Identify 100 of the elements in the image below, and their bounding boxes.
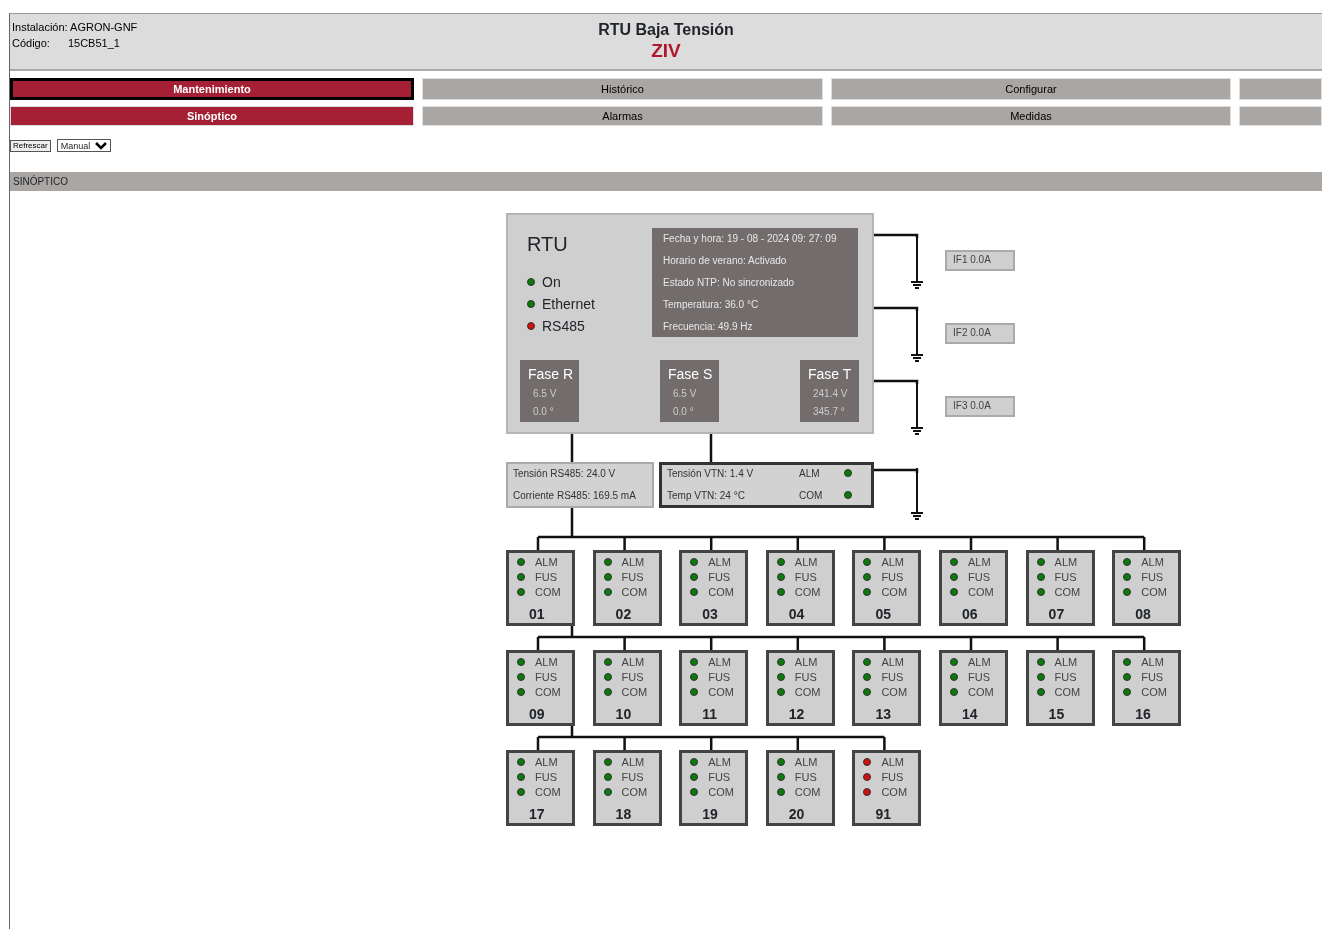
led-label: COM xyxy=(535,586,561,598)
led-label: COM xyxy=(1054,686,1081,698)
led-label: FUS xyxy=(881,571,904,583)
led-label: ALM xyxy=(1054,556,1078,568)
led-label: FUS xyxy=(1141,571,1164,583)
info-text: Estado NTP: No sincronizado xyxy=(663,276,795,290)
module-number: 19 xyxy=(702,805,718,824)
ground-icon xyxy=(910,309,924,362)
menu-tab[interactable]: Configurar xyxy=(831,78,1231,100)
section-header: SINÓPTICO xyxy=(10,172,1322,191)
led-label: FUS xyxy=(535,771,557,783)
info-text: Temperatura: 36.0 °C xyxy=(663,298,759,312)
connector-line xyxy=(570,433,574,462)
led-label: COM xyxy=(621,586,648,598)
phase-name: Fase S xyxy=(668,365,713,384)
led-label: ALM xyxy=(1054,656,1078,668)
led-label: COM xyxy=(1141,686,1167,698)
info-text: Horario de verano: Activado xyxy=(663,254,787,268)
led-label: ALM xyxy=(794,556,818,568)
led-label: ALM xyxy=(881,556,904,568)
led-label: COM xyxy=(794,686,821,698)
module-number: 09 xyxy=(529,705,545,724)
code-value: 15CB51_1 xyxy=(67,37,120,49)
led-label: ALM xyxy=(621,556,645,568)
led-label: ALM xyxy=(708,756,731,768)
led-label: FUS xyxy=(535,571,557,583)
module-number: 07 xyxy=(1048,605,1065,624)
led-label: FUS xyxy=(621,671,644,683)
rs485-reading: Corriente RS485: 169.5 mA xyxy=(513,489,636,503)
brand-name: ZIV xyxy=(651,40,681,61)
module-number: 10 xyxy=(615,705,632,724)
code-label: Código: xyxy=(12,37,50,49)
module-number: 20 xyxy=(788,805,805,824)
current-reading: IF2 0.0A xyxy=(945,323,1015,344)
connector-line xyxy=(709,433,713,462)
led-label: ALM xyxy=(1141,556,1164,568)
module-number: 05 xyxy=(875,605,891,624)
phase-voltage: 6.5 V xyxy=(673,387,697,401)
phase-angle: 0.0 ° xyxy=(673,405,694,419)
indicator-label: Ethernet xyxy=(542,295,595,314)
refresh-button[interactable]: Refrescar xyxy=(10,139,51,152)
ground-icon xyxy=(910,236,924,289)
menu-tab[interactable] xyxy=(1239,78,1322,100)
module-number: 08 xyxy=(1135,605,1151,624)
submenu-tab[interactable]: Alarmas xyxy=(422,106,823,126)
submenu-tab[interactable]: Sinóptico xyxy=(10,106,414,126)
led-label: FUS xyxy=(621,571,644,583)
phase-angle: 0.0 ° xyxy=(533,405,554,419)
phase-panel xyxy=(520,360,579,422)
vtn-reading: Tensión VTN: 1.4 V xyxy=(667,467,754,481)
led-label: FUS xyxy=(794,771,817,783)
led-label: FUS xyxy=(1054,571,1077,583)
ground-icon xyxy=(910,467,924,520)
led-label: COM xyxy=(621,686,648,698)
module-number: 04 xyxy=(788,605,805,624)
led-label: COM xyxy=(708,786,734,798)
led-label: FUS xyxy=(968,571,990,583)
led-label: COM xyxy=(968,686,994,698)
submenu-tab[interactable] xyxy=(1239,106,1322,126)
vtn-reading: Temp VTN: 24 °C xyxy=(667,489,745,503)
led-label: ALM xyxy=(708,656,731,668)
phase-voltage: 241.4 V xyxy=(813,387,848,401)
module-number: 11 xyxy=(702,705,717,724)
led-label: COM xyxy=(535,686,561,698)
phase-name: Fase T xyxy=(808,365,852,384)
menu-tab[interactable]: Histórico xyxy=(422,78,823,100)
led-label: FUS xyxy=(881,671,904,683)
chevron-icon xyxy=(95,141,108,150)
led-label: FUS xyxy=(794,571,817,583)
led-label: COM xyxy=(968,586,994,598)
menu-tab[interactable]: Mantenimiento xyxy=(10,78,414,100)
led-label: FUS xyxy=(794,671,817,683)
led-label: COM xyxy=(881,686,908,698)
led-label: FUS xyxy=(621,771,644,783)
ground-icon xyxy=(910,382,924,435)
vtn-led-label: COM xyxy=(799,489,823,503)
module-number: 16 xyxy=(1135,705,1151,724)
submenu-tab[interactable]: Medidas xyxy=(831,106,1231,126)
led-label: ALM xyxy=(621,756,645,768)
module-number: 01 xyxy=(529,605,545,624)
phase-panel xyxy=(800,360,859,422)
led-label: FUS xyxy=(708,671,731,683)
led-label: ALM xyxy=(881,656,904,668)
led-label: ALM xyxy=(535,756,558,768)
led-label: COM xyxy=(1141,586,1167,598)
led-label: ALM xyxy=(794,656,818,668)
phase-name: Fase R xyxy=(528,365,574,384)
led-label: COM xyxy=(881,586,908,598)
vtn-led-label: ALM xyxy=(799,467,820,481)
current-reading: IF3 0.0A xyxy=(945,396,1015,417)
module-number: 03 xyxy=(702,605,718,624)
led-label: ALM xyxy=(535,656,558,668)
indicator-label: On xyxy=(542,273,561,292)
module-number: 12 xyxy=(788,705,805,724)
connector-line xyxy=(873,306,919,311)
rs485-reading: Tensión RS485: 24.0 V xyxy=(513,467,616,481)
mode-dropdown[interactable]: Manual xyxy=(56,139,112,152)
led-label: COM xyxy=(708,686,734,698)
module-number: 18 xyxy=(615,805,632,824)
module-number: 14 xyxy=(962,705,978,724)
